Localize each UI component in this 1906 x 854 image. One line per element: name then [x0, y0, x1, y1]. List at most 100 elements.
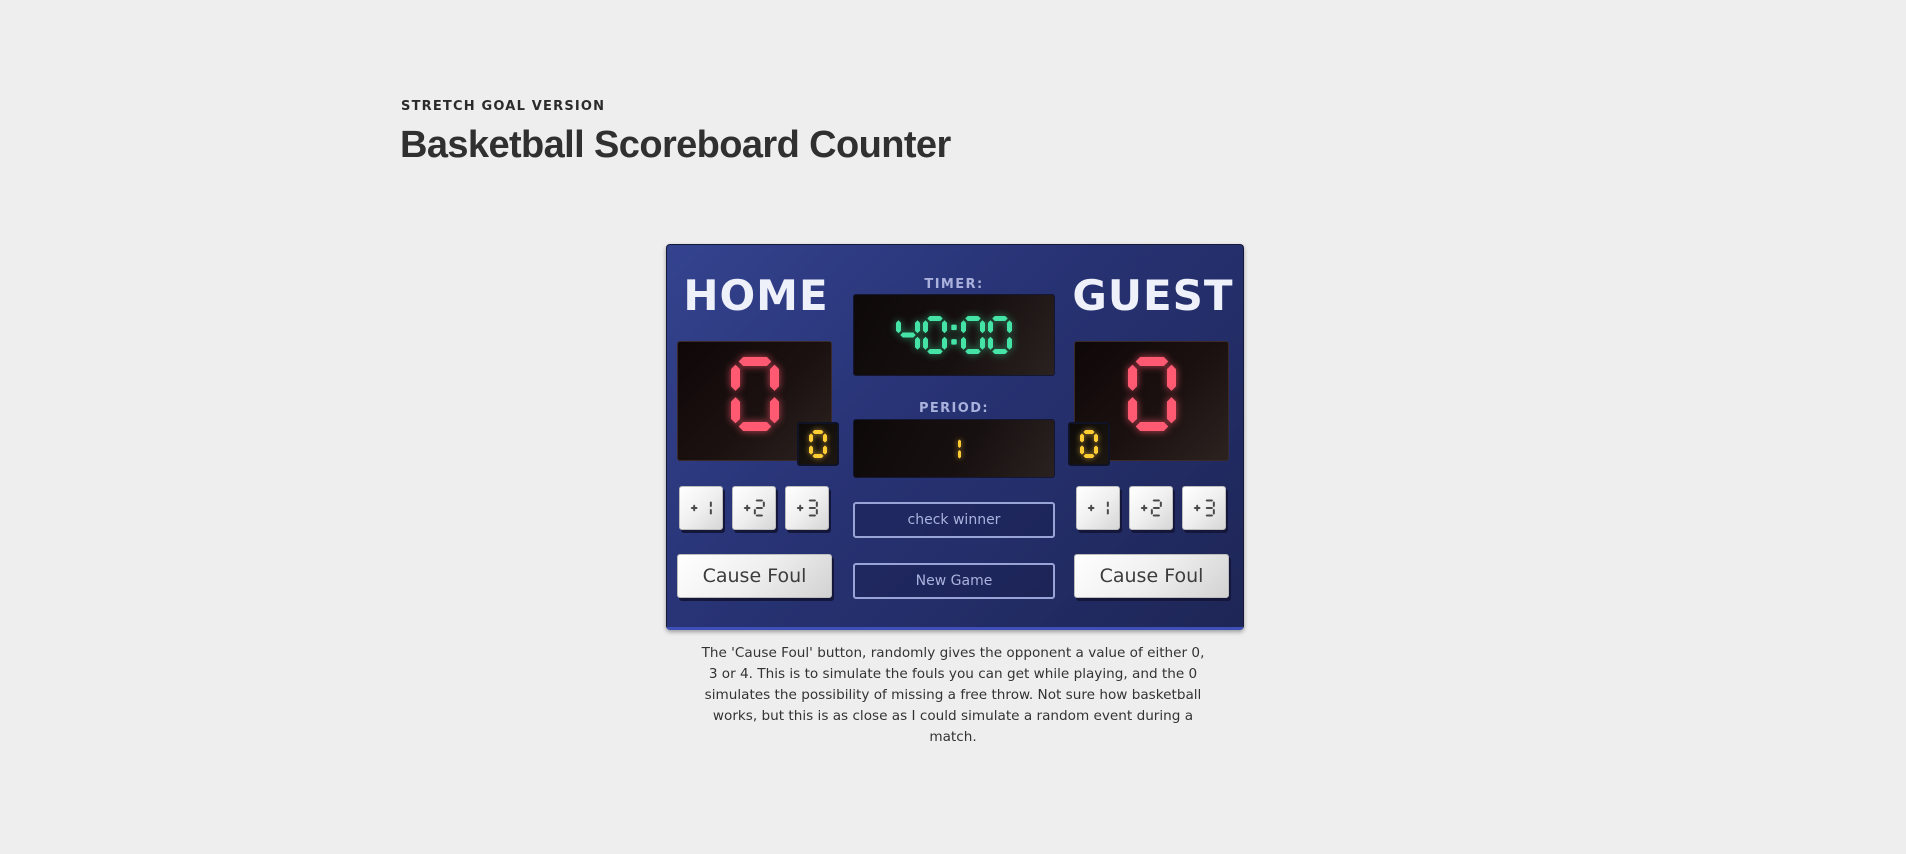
home-add-1-label [690, 501, 712, 515]
guest-score-digits [1127, 357, 1176, 431]
digit-segment [730, 397, 740, 424]
home-title: HOME [683, 271, 829, 320]
digit-segment [961, 336, 966, 350]
digit-segment [738, 357, 771, 366]
guest-add-2-label [1140, 499, 1162, 517]
guest-add-1-label [1087, 501, 1109, 515]
digit-segment [755, 507, 764, 509]
digit-segment [755, 514, 764, 517]
digit-segment [815, 508, 818, 515]
plus-segment [799, 504, 802, 512]
digit-segment [958, 449, 961, 458]
digit-segment [942, 320, 947, 334]
digit-segment [927, 349, 943, 354]
digit-segment [1094, 445, 1098, 455]
digit-segment [809, 445, 813, 455]
stretch-goal-eyebrow: STRETCH GOAL VERSION [401, 99, 606, 114]
home-add-2-button[interactable] [732, 486, 776, 530]
digit-segment [812, 430, 824, 434]
digit-segment [958, 439, 961, 448]
digit-segment [769, 364, 779, 391]
digit-segment [927, 316, 943, 321]
colon-dot [951, 339, 957, 345]
guest-add-3-label [1193, 499, 1215, 517]
digit-segment [915, 336, 920, 350]
digit-segment [965, 316, 981, 321]
period-display [853, 419, 1055, 478]
plus-segment [1090, 504, 1093, 512]
guest-title: GUEST [1072, 271, 1234, 320]
period-digit [958, 439, 961, 458]
digit-segment [808, 499, 817, 502]
home-cause-foul-button[interactable]: Cause Foul [677, 554, 832, 598]
digit-segment [1106, 508, 1109, 515]
digit-segment [1135, 422, 1168, 431]
digit-segment [1080, 445, 1084, 455]
digit-segment [896, 320, 901, 334]
digit-segment [1152, 507, 1161, 509]
home-add-1-button[interactable] [679, 486, 723, 530]
home-fouls-digit [809, 430, 827, 458]
digit-segment [1159, 501, 1162, 508]
digit-segment [942, 336, 947, 350]
plus-segment [693, 504, 696, 512]
digit-segment [808, 514, 817, 517]
digit-segment [1106, 501, 1109, 508]
home-add-3-button[interactable] [785, 486, 829, 530]
digit-segment [988, 336, 993, 350]
digit-segment [961, 320, 966, 334]
digit-segment [900, 332, 916, 338]
new-game-button[interactable]: New Game [853, 563, 1055, 599]
digit-segment [1205, 507, 1214, 509]
timer-label: TIMER: [924, 277, 984, 292]
home-add-3-label [796, 499, 818, 517]
digit-segment [762, 501, 765, 508]
digit-segment [808, 507, 817, 509]
digit-segment [1080, 433, 1084, 443]
digit-segment [769, 397, 779, 424]
digit-segment [980, 336, 985, 350]
digit-segment [812, 454, 824, 458]
digit-segment [923, 320, 928, 334]
digit-segment [1083, 430, 1095, 434]
digit-segment [923, 336, 928, 350]
digit-segment [965, 349, 981, 354]
digit-segment [1166, 364, 1176, 391]
timer-display [853, 294, 1055, 376]
digit-segment [1094, 433, 1098, 443]
digit-segment [980, 320, 985, 334]
digit-segment [738, 422, 771, 431]
guest-fouls-digit [1080, 430, 1098, 458]
guest-add-2-button[interactable] [1129, 486, 1173, 530]
digit-segment [1083, 454, 1095, 458]
digit-segment [1007, 320, 1012, 334]
digit-segment [1205, 499, 1214, 502]
guest-fouls-display [1068, 422, 1110, 466]
digit-segment [1127, 364, 1137, 391]
digit-segment [823, 433, 827, 443]
digit-segment [915, 320, 920, 334]
digit-segment [809, 433, 813, 443]
home-score-digits [730, 357, 779, 431]
check-winner-button[interactable]: check winner [853, 502, 1055, 538]
guest-add-1-button[interactable] [1076, 486, 1120, 530]
digit-segment [1150, 508, 1153, 515]
digit-segment [709, 508, 712, 515]
timer-digits [896, 316, 1012, 354]
digit-segment [815, 501, 818, 508]
scoreboard: HOME Cause Foul TIMER: PERIOD: check win… [666, 244, 1244, 630]
home-fouls-display [797, 422, 839, 466]
digit-segment [709, 501, 712, 508]
plus-segment [746, 504, 749, 512]
digit-segment [1152, 514, 1161, 517]
digit-segment [1007, 336, 1012, 350]
period-label: PERIOD: [918, 401, 990, 416]
digit-segment [1135, 357, 1168, 366]
guest-add-3-button[interactable] [1182, 486, 1226, 530]
digit-segment [755, 499, 764, 502]
colon-dot [951, 324, 957, 331]
digit-segment [753, 508, 756, 515]
digit-segment [1166, 397, 1176, 424]
plus-segment [1143, 504, 1146, 512]
guest-cause-foul-button[interactable]: Cause Foul [1074, 554, 1229, 598]
